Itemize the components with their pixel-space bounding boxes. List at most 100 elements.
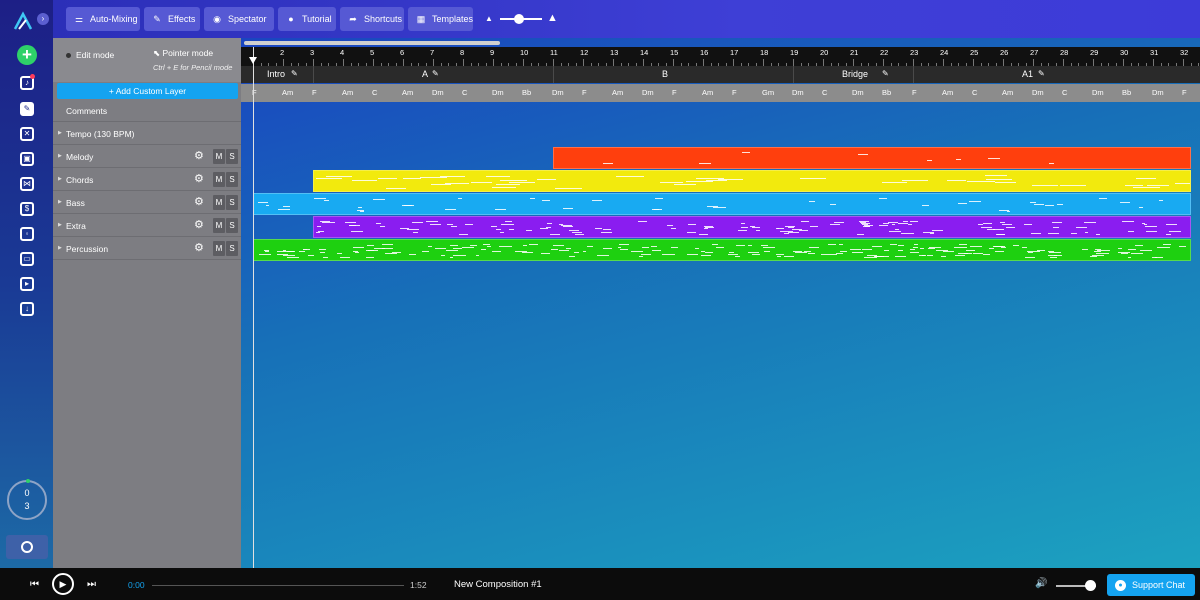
chord-label[interactable]: Dm bbox=[1152, 88, 1164, 97]
mute-button[interactable]: M bbox=[213, 241, 225, 256]
section-block[interactable]: Bridge ✎ bbox=[793, 66, 913, 83]
expand-chevron-icon[interactable]: ▶ bbox=[58, 176, 62, 182]
play-button[interactable]: ▶ bbox=[52, 573, 74, 595]
chord-label[interactable]: Dm bbox=[492, 88, 504, 97]
chord-label[interactable]: Dm bbox=[1032, 88, 1044, 97]
chord-label[interactable]: Am bbox=[702, 88, 713, 97]
download-icon[interactable]: ↓ bbox=[20, 302, 34, 316]
chord-label[interactable]: C bbox=[462, 88, 467, 97]
spectator-button[interactable]: ◉ Spectator bbox=[204, 7, 274, 31]
pointer-mode-label[interactable]: ⬉ Pointer mode bbox=[153, 48, 213, 59]
mute-button[interactable]: M bbox=[213, 172, 225, 187]
layer-block-bass[interactable] bbox=[253, 193, 1191, 215]
chord-label[interactable]: Bb bbox=[882, 88, 891, 97]
expand-chevron-icon[interactable]: ▶ bbox=[58, 153, 62, 159]
app-logo-icon[interactable] bbox=[12, 10, 34, 32]
expand-chevron-icon[interactable]: ▶ bbox=[58, 245, 62, 251]
chord-label[interactable]: F bbox=[912, 88, 917, 97]
templates-button[interactable]: ▦ Templates bbox=[408, 7, 473, 31]
layer-row-tempo[interactable]: ▶ Tempo (130 BPM) bbox=[53, 123, 241, 145]
chord-label[interactable]: C bbox=[1062, 88, 1067, 97]
volume-icon[interactable]: 🔊 bbox=[1035, 578, 1047, 589]
mixer-icon[interactable]: ⋈ bbox=[20, 177, 34, 191]
edit-mode-label[interactable]: Edit mode bbox=[76, 50, 114, 60]
zoom-in-icon[interactable]: ▲ bbox=[547, 12, 558, 24]
solo-button[interactable]: S bbox=[226, 149, 238, 164]
layer-row-extra[interactable]: ▶ Extra ⚙ M S bbox=[53, 215, 241, 237]
shuffle-icon[interactable]: ✕ bbox=[20, 127, 34, 141]
discord-icon[interactable]: ▭ bbox=[20, 252, 34, 266]
layer-row-chords[interactable]: ▶ Chords ⚙ M S bbox=[53, 169, 241, 191]
chord-label[interactable]: Dm bbox=[792, 88, 804, 97]
chord-label[interactable]: Am bbox=[402, 88, 413, 97]
layer-block-extra[interactable] bbox=[313, 216, 1191, 238]
skip-forward-icon[interactable]: ⏭ bbox=[87, 579, 96, 590]
account-button[interactable] bbox=[6, 535, 48, 559]
chord-label[interactable]: Am bbox=[942, 88, 953, 97]
chord-label[interactable]: Bb bbox=[522, 88, 531, 97]
chord-label[interactable]: Bb bbox=[1122, 88, 1131, 97]
layer-row-bass[interactable]: ▶ Bass ⚙ M S bbox=[53, 192, 241, 214]
layer-row-percussion[interactable]: ▶ Percussion ⚙ M S bbox=[53, 238, 241, 260]
chord-label[interactable]: Gm bbox=[762, 88, 774, 97]
pencil-icon[interactable]: ✎ bbox=[20, 102, 34, 116]
chord-label[interactable]: Dm bbox=[642, 88, 654, 97]
layer-settings-gear-icon[interactable]: ⚙ bbox=[194, 219, 206, 231]
chord-label[interactable]: Am bbox=[1002, 88, 1013, 97]
section-block[interactable]: A ✎ bbox=[313, 66, 553, 83]
mute-button[interactable]: M bbox=[213, 149, 225, 164]
chord-label[interactable]: F bbox=[312, 88, 317, 97]
settings-icon[interactable]: ◦ bbox=[20, 227, 34, 241]
add-custom-layer-button[interactable]: + Add Custom Layer bbox=[57, 83, 238, 99]
layer-row-melody[interactable]: ▶ Melody ⚙ M S bbox=[53, 146, 241, 168]
solo-button[interactable]: S bbox=[226, 172, 238, 187]
playhead-marker-icon[interactable] bbox=[249, 57, 257, 64]
video-icon[interactable]: ▸ bbox=[20, 277, 34, 291]
add-icon[interactable]: + bbox=[17, 45, 37, 65]
tag-icon[interactable]: ▣ bbox=[20, 152, 34, 166]
layer-block-percussion[interactable] bbox=[253, 239, 1191, 261]
collapse-sidebar-icon[interactable]: › bbox=[37, 13, 49, 25]
composition-title[interactable]: New Composition #1 bbox=[454, 579, 542, 590]
layer-settings-gear-icon[interactable]: ⚙ bbox=[194, 173, 206, 185]
horizontal-scrollbar[interactable] bbox=[244, 41, 500, 45]
layer-row-comments[interactable]: Comments bbox=[53, 100, 241, 122]
chord-label[interactable]: Am bbox=[342, 88, 353, 97]
timeline-area[interactable]: 2 3 4 5 6 7 8 9 10 11 12 13 14 15 16 17 18 19 20 21 22 23 24 25… bbox=[241, 38, 1200, 568]
solo-button[interactable]: S bbox=[226, 241, 238, 256]
chord-label[interactable]: Am bbox=[282, 88, 293, 97]
shortcuts-button[interactable]: ➦ Shortcuts bbox=[340, 7, 404, 31]
layer-block-melody[interactable] bbox=[553, 147, 1191, 169]
section-edit-icon[interactable]: ✎ bbox=[1038, 69, 1045, 78]
mute-button[interactable]: M bbox=[213, 218, 225, 233]
solo-button[interactable]: S bbox=[226, 195, 238, 210]
support-chat-button[interactable]: ● Support Chat bbox=[1107, 574, 1195, 596]
volume-slider-knob[interactable] bbox=[1085, 580, 1096, 591]
effects-button[interactable]: ✎ Effects bbox=[144, 7, 200, 31]
mute-button[interactable]: M bbox=[213, 195, 225, 210]
zoom-out-icon[interactable]: ▲ bbox=[485, 14, 493, 23]
section-block[interactable]: Intro ✎ bbox=[253, 66, 313, 83]
auto-mixing-button[interactable]: ⚌ Auto-Mixing bbox=[66, 7, 140, 31]
bar-ruler[interactable]: 2 3 4 5 6 7 8 9 10 11 12 13 14 15 16 17 18 19 20 21 22 23 24 25… bbox=[241, 47, 1200, 66]
layer-settings-gear-icon[interactable]: ⚙ bbox=[194, 196, 206, 208]
section-edit-icon[interactable]: ✎ bbox=[882, 69, 889, 78]
skip-back-icon[interactable]: ⏮ bbox=[30, 579, 39, 590]
expand-chevron-icon[interactable]: ▶ bbox=[58, 130, 62, 136]
section-edit-icon[interactable]: ✎ bbox=[432, 69, 439, 78]
progress-track[interactable] bbox=[152, 585, 404, 586]
chord-label[interactable]: Am bbox=[612, 88, 623, 97]
chord-label[interactable]: F bbox=[582, 88, 587, 97]
section-edit-icon[interactable]: ✎ bbox=[291, 69, 298, 78]
section-block[interactable]: A1 ✎ bbox=[913, 66, 1153, 83]
chord-label[interactable]: Dm bbox=[1092, 88, 1104, 97]
layer-settings-gear-icon[interactable]: ⚙ bbox=[194, 242, 206, 254]
expand-chevron-icon[interactable]: ▶ bbox=[58, 199, 62, 205]
section-block[interactable]: B bbox=[553, 66, 793, 83]
edit-mode-radio[interactable] bbox=[66, 53, 71, 58]
chord-label[interactable]: Dm bbox=[852, 88, 864, 97]
chord-label[interactable]: Dm bbox=[432, 88, 444, 97]
tutorial-button[interactable]: ● Tutorial bbox=[278, 7, 336, 31]
chord-label[interactable]: C bbox=[972, 88, 977, 97]
chord-label[interactable]: F bbox=[672, 88, 677, 97]
